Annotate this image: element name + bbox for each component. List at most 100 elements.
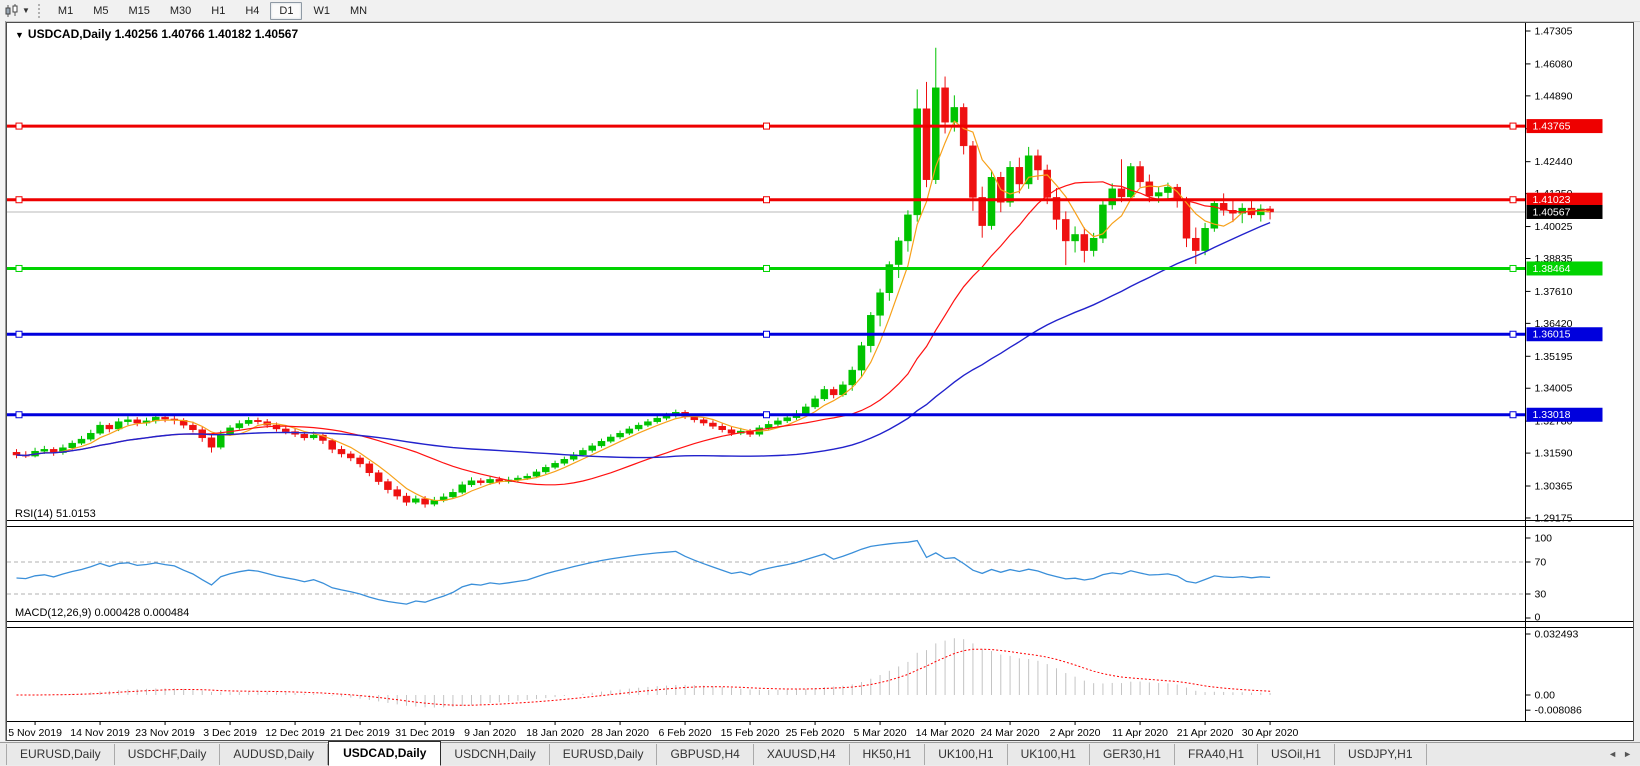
candle-body (375, 473, 382, 482)
hline-handle[interactable] (16, 265, 22, 271)
chart-tab-uk100-h1[interactable]: UK100,H1 (1008, 744, 1090, 765)
price-tick-label: 1.30365 (1535, 481, 1573, 493)
timeframe-button-m5[interactable]: M5 (84, 2, 117, 20)
scroll-tabs-left-icon[interactable]: ◄ (1608, 749, 1617, 759)
hline-handle[interactable] (1510, 331, 1516, 337)
candle-body (282, 429, 289, 432)
candle-body (477, 481, 484, 483)
scroll-tabs-right-icon[interactable]: ► (1623, 749, 1632, 759)
hline-handle[interactable] (764, 197, 770, 203)
candle-body (366, 464, 373, 473)
candle-body (338, 449, 345, 454)
date-label: 2 Apr 2020 (1050, 727, 1101, 739)
candle-body (1034, 156, 1041, 170)
timeframe-button-d1[interactable]: D1 (270, 2, 302, 20)
chart-tab-uk100-h1[interactable]: UK100,H1 (925, 744, 1007, 765)
hline-handle[interactable] (16, 331, 22, 337)
candle-body (533, 472, 540, 476)
date-label: 6 Feb 2020 (659, 727, 712, 739)
candle-body (1081, 234, 1088, 250)
chart-tab-usdchf-daily[interactable]: USDCHF,Daily (115, 744, 221, 765)
hline-handle[interactable] (764, 123, 770, 129)
candle-body (904, 215, 911, 241)
date-label: 21 Apr 2020 (1177, 727, 1234, 739)
chart-tab-audusd-daily[interactable]: AUDUSD,Daily (220, 744, 328, 765)
date-label: 5 Mar 2020 (854, 727, 907, 739)
candle-body (1155, 193, 1162, 196)
timeframe-button-m30[interactable]: M30 (161, 2, 200, 20)
macd-signal-line (17, 649, 1271, 705)
rsi-tick-label: 100 (1535, 533, 1553, 545)
candle-body (87, 433, 94, 439)
candle-body (1025, 156, 1032, 184)
candle-body (487, 479, 494, 482)
candle-body (69, 443, 76, 448)
hline-handle[interactable] (16, 412, 22, 418)
candle-body (598, 441, 605, 446)
chart-tab-usdcad-daily[interactable]: USDCAD,Daily (328, 741, 441, 766)
candlestick-chart-tool-icon[interactable] (2, 3, 22, 19)
candle-body (728, 430, 735, 433)
hline-handle[interactable] (1510, 265, 1516, 271)
date-label: 14 Nov 2019 (70, 727, 130, 739)
hline-handle[interactable] (764, 412, 770, 418)
date-label: 15 Feb 2020 (721, 727, 780, 739)
chart-tab-eurusd-daily[interactable]: EURUSD,Daily (6, 744, 115, 765)
toolbar-grip[interactable] (38, 4, 40, 18)
chart-tab-usoil-h1[interactable]: USOil,H1 (1258, 744, 1335, 765)
candle-body (709, 423, 716, 426)
macd-tick-label: 0.00 (1535, 690, 1556, 702)
price-line-label: 1.43765 (1533, 121, 1571, 133)
chart-tab-fra40-h1[interactable]: FRA40,H1 (1175, 744, 1258, 765)
symbol-dropdown-icon[interactable]: ▼ (15, 30, 24, 40)
hline-handle[interactable] (764, 331, 770, 337)
rsi-tick-label: 70 (1535, 557, 1547, 569)
candle-body (115, 422, 122, 429)
candle-body (1062, 219, 1069, 240)
candle-body (1007, 167, 1014, 202)
candle-body (858, 346, 865, 370)
candle-body (347, 454, 354, 458)
chart-window[interactable]: ▼USDCAD,Daily 1.40256 1.40766 1.40182 1.… (6, 22, 1634, 741)
candle-body (217, 434, 224, 447)
hline-handle[interactable] (764, 265, 770, 271)
timeframe-button-h4[interactable]: H4 (236, 2, 268, 20)
macd-tick-label: 0.032493 (1535, 629, 1579, 641)
price-line-label: 1.41023 (1533, 194, 1571, 206)
chart-tab-xauusd-h4[interactable]: XAUUSD,H4 (754, 744, 850, 765)
timeframe-button-m1[interactable]: M1 (49, 2, 82, 20)
price-tick-label: 1.44890 (1535, 90, 1573, 102)
timeframe-toolbar: ▼ M1M5M15M30H1H4D1W1MN (0, 0, 1640, 22)
timeframe-button-h1[interactable]: H1 (202, 2, 234, 20)
date-label: 21 Dec 2019 (330, 727, 390, 739)
price-tick-label: 1.46080 (1535, 58, 1573, 70)
price-tick-label: 1.47305 (1535, 26, 1573, 38)
hline-handle[interactable] (1510, 123, 1516, 129)
candle-body (403, 496, 410, 502)
chart-tab-gbpusd-h4[interactable]: GBPUSD,H4 (657, 744, 753, 765)
date-label: 18 Jan 2020 (526, 727, 584, 739)
hline-handle[interactable] (16, 197, 22, 203)
chart-tab-eurusd-daily[interactable]: EURUSD,Daily (550, 744, 658, 765)
date-label: 14 Mar 2020 (916, 727, 975, 739)
timeframe-button-m15[interactable]: M15 (119, 2, 158, 20)
slow-ma-line (17, 223, 1271, 458)
date-label: 31 Dec 2019 (395, 727, 455, 739)
chart-tab-hk50-h1[interactable]: HK50,H1 (850, 744, 926, 765)
timeframe-button-mn[interactable]: MN (341, 2, 376, 20)
candle-body (579, 450, 586, 454)
chart-tab-usdcnh-daily[interactable]: USDCNH,Daily (441, 744, 549, 765)
candle-body (923, 109, 930, 180)
date-label: 11 Apr 2020 (1112, 727, 1168, 739)
hline-handle[interactable] (1510, 412, 1516, 418)
chart-tab-usdjpy-h1[interactable]: USDJPY,H1 (1335, 744, 1426, 765)
timeframe-button-w1[interactable]: W1 (304, 2, 339, 20)
candle-body (821, 389, 828, 398)
candle-body (589, 446, 596, 451)
price-line-label: 1.38464 (1533, 263, 1571, 275)
chevron-down-icon[interactable]: ▼ (22, 6, 30, 15)
chart-tab-ger30-h1[interactable]: GER30,H1 (1090, 744, 1175, 765)
hline-handle[interactable] (1510, 197, 1516, 203)
hline-handle[interactable] (16, 123, 22, 129)
chart-canvas[interactable]: 1.473051.460801.448901.436651.424401.412… (7, 23, 1633, 740)
